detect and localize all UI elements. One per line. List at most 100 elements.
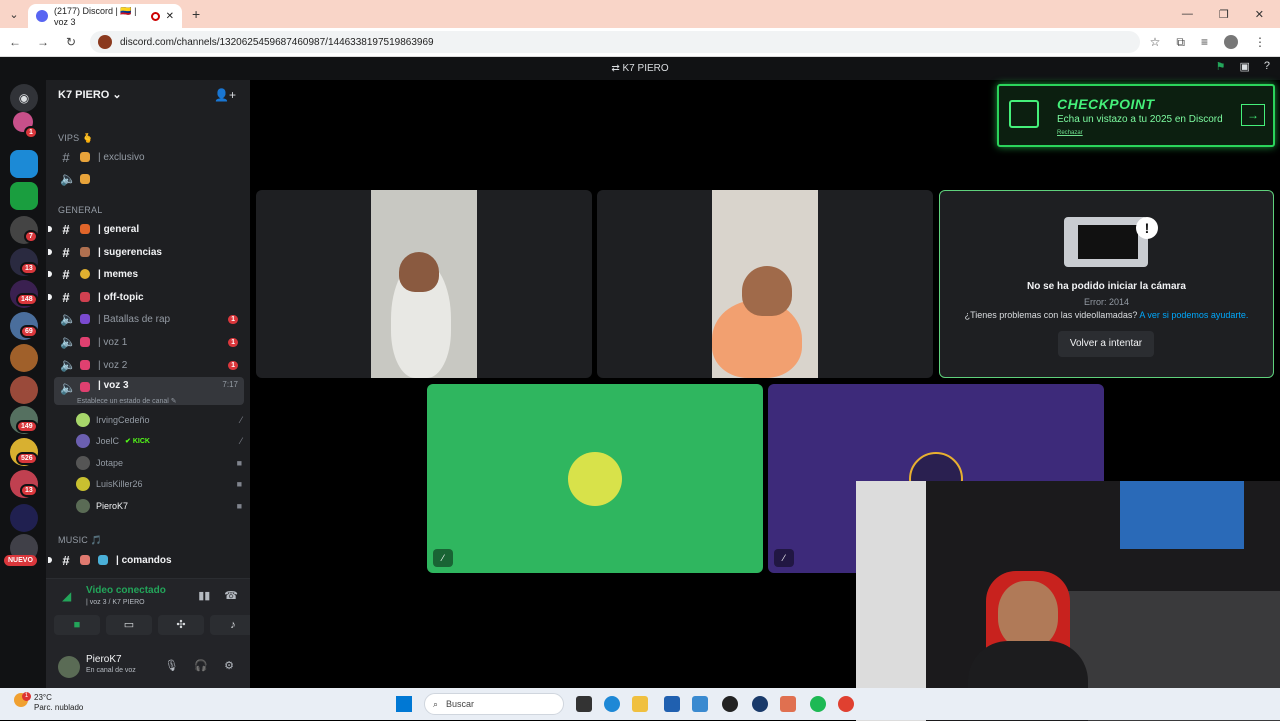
camera-icon: ■ — [236, 458, 242, 468]
voice-buttons: ■ ▭ ✣ ♪ — [54, 615, 256, 635]
text-channel-icon: # — [62, 266, 70, 282]
channel-off-topic[interactable]: # | off-topic — [54, 287, 244, 307]
screen-share-button[interactable]: ▭ — [106, 615, 152, 635]
restore-icon[interactable]: ❐ — [1219, 8, 1229, 21]
voice-location[interactable]: | voz 3 / K7 PIERO — [86, 599, 145, 606]
back-icon[interactable]: ← — [6, 35, 24, 49]
unread-indicator — [48, 226, 52, 232]
server-rail: ◉ 1 7 13 148 69 149 526 13 NUEVO — [0, 80, 46, 688]
text-channel-icon: # — [62, 289, 70, 305]
voice-member[interactable]: IrvingCedeño ⁄ — [76, 411, 242, 429]
browser-tab[interactable]: (2177) Discord | 🇨🇴 | voz 3 ✕ — [28, 4, 182, 28]
channel-voice-vip[interactable]: 🔈 — [54, 169, 244, 189]
minimize-icon[interactable]: — — [1182, 8, 1193, 21]
file-explorer-icon[interactable] — [632, 696, 648, 712]
server-icon-k7[interactable] — [10, 182, 38, 210]
retry-button[interactable]: Volver a intentar — [1058, 331, 1154, 357]
invite-people-icon[interactable]: 👤+ — [214, 88, 236, 102]
server-name-header[interactable]: K7 PIERO ⌄ — [58, 88, 122, 101]
help-link[interactable]: A ver si podemos ayudarte. — [1139, 310, 1248, 320]
checkpoint-banner[interactable]: CHECKPOINT Echa un vistazo a tu 2025 en … — [997, 84, 1275, 147]
camera-button[interactable]: ■ — [54, 615, 100, 635]
obs-icon[interactable] — [722, 696, 738, 712]
channel-emoji-icon — [80, 382, 90, 392]
voice-member[interactable]: JoelC ✔ KICK ⁄ — [76, 432, 242, 450]
reload-icon[interactable]: ↻ — [62, 35, 80, 49]
arrow-right-icon[interactable]: → — [1241, 104, 1265, 126]
app-icon[interactable] — [780, 696, 796, 712]
inbox-icon[interactable]: ▣ — [1239, 60, 1249, 73]
video-tile[interactable] — [597, 190, 933, 378]
channel-general[interactable]: # | general — [54, 219, 244, 239]
category-vips[interactable]: VIPS 🫰 — [58, 133, 93, 144]
steam-icon[interactable] — [752, 696, 768, 712]
chrome-icon[interactable] — [838, 696, 854, 712]
window-close-icon[interactable]: ✕ — [1255, 8, 1264, 21]
spotify-icon[interactable] — [810, 696, 826, 712]
server-icon-play[interactable] — [10, 150, 38, 178]
channel-voz-1[interactable]: 🔈 | voz 1 1 — [54, 332, 244, 352]
headphones-icon[interactable]: 🎧 — [194, 659, 208, 672]
channel-status-text: Establece un estado de canal — [77, 398, 169, 405]
bookmark-star-icon[interactable]: ☆ — [1150, 35, 1161, 50]
camera-error-title: No se ha podido iniciar la cámara — [1027, 281, 1186, 292]
avatar-tile[interactable]: ⁄ — [427, 384, 763, 573]
voice-status[interactable]: Video conectado — [86, 585, 166, 596]
channel-voz-2[interactable]: 🔈 | voz 2 1 — [54, 355, 244, 375]
channel-emoji-icon — [80, 269, 90, 279]
speaker-active-icon: 🔈 — [60, 380, 77, 395]
category-music[interactable]: MUSIC 🎵 — [58, 535, 102, 546]
forward-icon[interactable]: → — [34, 35, 52, 49]
quest-flag-icon[interactable]: ⚑ — [1216, 60, 1226, 73]
weather-widget[interactable]: 1 23°C Parc. nublado — [14, 692, 83, 713]
server-icon-7[interactable] — [10, 344, 38, 372]
channel-emoji-icon — [80, 555, 90, 565]
tab-list-chevron-icon[interactable]: ⌄ — [0, 8, 28, 21]
media-controls-icon[interactable]: ≡ — [1201, 35, 1208, 50]
discord-home-icon[interactable]: ◉ — [10, 84, 38, 112]
taskbar-search[interactable]: ⌕ Buscar — [424, 693, 564, 715]
channel-memes[interactable]: # | memes — [54, 264, 244, 284]
channel-batallas-de-rap[interactable]: 🔈 | Batallas de rap 1 — [54, 309, 244, 329]
checkpoint-icon — [1009, 100, 1039, 128]
channel-comandos[interactable]: # | comandos — [54, 550, 244, 570]
background-door — [856, 481, 926, 721]
set-channel-status[interactable]: Establece un estado de canal ✎ — [77, 397, 177, 405]
address-bar[interactable]: discord.com/channels/1320625459687460987… — [90, 31, 1140, 53]
voice-member-self[interactable]: PieroK7 ■ — [76, 497, 242, 515]
video-tile[interactable] — [256, 190, 592, 378]
text-channel-icon: # — [62, 244, 70, 260]
tab-close-icon[interactable]: ✕ — [166, 11, 174, 22]
noise-suppression-icon[interactable]: ▮▮ — [198, 589, 210, 602]
channel-sugerencias[interactable]: # | sugerencias — [54, 242, 244, 262]
task-view-icon[interactable] — [576, 696, 592, 712]
server-icon-12[interactable] — [10, 504, 38, 532]
extensions-icon[interactable]: ⧉ — [1176, 35, 1185, 50]
windows-start-icon[interactable] — [396, 696, 412, 712]
new-tab-button[interactable]: + — [192, 6, 200, 22]
unread-indicator — [48, 271, 52, 277]
unread-indicator — [48, 557, 52, 563]
user-avatar[interactable] — [58, 656, 80, 678]
microphone-icon[interactable]: 🎙 — [164, 659, 178, 672]
disconnect-icon[interactable]: ☎ — [224, 589, 238, 602]
voice-member[interactable]: LuisKiller26 ■ — [76, 475, 242, 493]
server-icon-8[interactable] — [10, 376, 38, 404]
edge-icon[interactable] — [604, 696, 620, 712]
site-info-icon[interactable] — [98, 35, 112, 49]
settings-gear-icon[interactable]: ⚙ — [224, 659, 234, 672]
user-name[interactable]: PieroK7 — [86, 654, 122, 665]
outlook-icon[interactable] — [692, 696, 708, 712]
browser-menu-icon[interactable]: ⋮ — [1254, 35, 1266, 50]
voice-member[interactable]: Jotape ■ — [76, 454, 242, 472]
checkpoint-dismiss[interactable]: Rechazar — [1057, 130, 1083, 136]
camera-error-code: Error: 2014 — [1083, 297, 1130, 307]
member-name: PieroK7 — [96, 501, 129, 511]
category-general[interactable]: GENERAL — [58, 205, 102, 215]
profile-avatar[interactable] — [1224, 34, 1238, 49]
channel-exclusivo[interactable]: # | exclusivo — [54, 147, 244, 167]
help-icon[interactable]: ? — [1264, 60, 1270, 73]
store-icon[interactable] — [664, 696, 680, 712]
activities-button[interactable]: ✣ — [158, 615, 204, 635]
member-name: Jotape — [96, 458, 124, 468]
